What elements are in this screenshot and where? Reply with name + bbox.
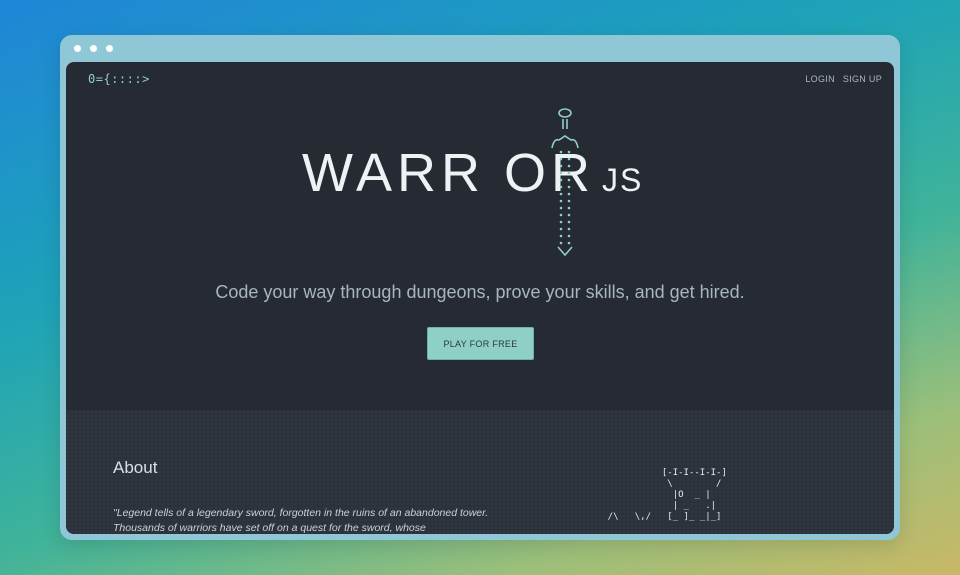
page-viewport: 0={::::> LOGIN SIGN UP WARR OR JS Code y… (66, 62, 894, 534)
minimize-dot-icon[interactable] (90, 45, 97, 52)
window-controls (74, 45, 113, 52)
browser-window: 0={::::> LOGIN SIGN UP WARR OR JS Code y… (60, 35, 900, 540)
sword-icon (551, 108, 579, 256)
hero-logo: WARR OR JS (302, 106, 662, 256)
about-section: About "Legend tells of a legendary sword… (66, 410, 894, 534)
about-text: "Legend tells of a legendary sword, forg… (113, 507, 489, 534)
hero-tagline: Code your way through dungeons, prove yo… (215, 282, 745, 302)
ascii-tower-art: [-I-I--I-I-] \ / |O _ | | _ .| /\ \,/ [_… (607, 468, 727, 522)
close-dot-icon[interactable] (74, 45, 81, 52)
site-logo[interactable]: 0={::::> (88, 72, 150, 86)
about-heading: About (113, 458, 158, 477)
login-link[interactable]: LOGIN (805, 74, 835, 84)
play-for-free-button[interactable]: PLAY FOR FREE (427, 327, 534, 360)
maximize-dot-icon[interactable] (106, 45, 113, 52)
top-nav: LOGIN SIGN UP (805, 74, 882, 84)
signup-link[interactable]: SIGN UP (843, 74, 882, 84)
